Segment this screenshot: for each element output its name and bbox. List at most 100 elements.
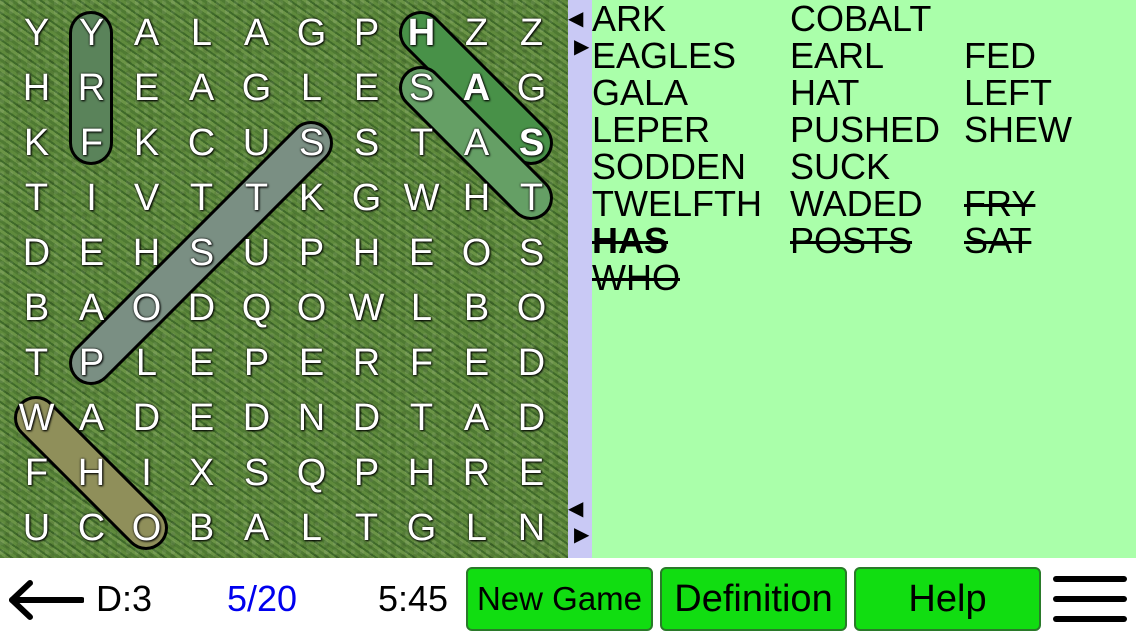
grid-cell[interactable]: S: [339, 116, 394, 171]
grid-cell[interactable]: E: [449, 336, 504, 391]
grid-cell[interactable]: W: [339, 281, 394, 336]
grid-cell[interactable]: G: [284, 6, 339, 61]
grid-cell[interactable]: S: [229, 446, 284, 501]
grid-cell[interactable]: A: [119, 6, 174, 61]
grid-cell[interactable]: P: [229, 336, 284, 391]
grid-cell[interactable]: P: [64, 336, 119, 391]
grid-cell[interactable]: P: [339, 446, 394, 501]
grid-cell[interactable]: D: [119, 391, 174, 446]
scroll-down-left-arrow-icon[interactable]: ◀: [568, 499, 583, 519]
grid-cell[interactable]: C: [174, 116, 229, 171]
grid-cell[interactable]: W: [9, 391, 64, 446]
grid-cell[interactable]: E: [504, 446, 559, 501]
grid-cell[interactable]: O: [119, 281, 174, 336]
grid-cell[interactable]: T: [9, 171, 64, 226]
grid-cell[interactable]: H: [394, 6, 449, 61]
scroll-down-right-arrow-icon[interactable]: ▶: [574, 525, 589, 545]
grid-cell[interactable]: W: [394, 171, 449, 226]
word-list-item[interactable]: SUCK: [790, 148, 890, 185]
grid-cell[interactable]: B: [174, 501, 229, 556]
grid-cell[interactable]: L: [394, 281, 449, 336]
grid-cell[interactable]: A: [229, 501, 284, 556]
word-list-item[interactable]: FRY: [964, 185, 1035, 222]
grid-cell[interactable]: P: [339, 6, 394, 61]
grid-cell[interactable]: T: [174, 171, 229, 226]
grid-cell[interactable]: E: [394, 226, 449, 281]
grid-cell[interactable]: O: [119, 501, 174, 556]
grid-cell[interactable]: A: [449, 391, 504, 446]
grid-cell[interactable]: T: [9, 336, 64, 391]
grid-cell[interactable]: T: [394, 116, 449, 171]
grid-cell[interactable]: T: [394, 391, 449, 446]
grid-cell[interactable]: A: [449, 61, 504, 116]
grid-cell[interactable]: D: [9, 226, 64, 281]
help-button[interactable]: Help: [854, 567, 1041, 631]
grid-cell[interactable]: E: [174, 391, 229, 446]
grid-cell[interactable]: E: [119, 61, 174, 116]
grid-cell[interactable]: I: [119, 446, 174, 501]
grid-cell[interactable]: B: [449, 281, 504, 336]
word-list-scrollbar[interactable]: ◀ ▶ ◀ ▶: [568, 0, 592, 558]
grid-cell[interactable]: O: [284, 281, 339, 336]
word-list-item[interactable]: TWELFTH: [592, 185, 762, 222]
grid-cell[interactable]: L: [449, 501, 504, 556]
grid-cell[interactable]: H: [9, 61, 64, 116]
grid-cell[interactable]: Y: [9, 6, 64, 61]
back-arrow-icon[interactable]: [6, 580, 84, 620]
grid-cell[interactable]: Y: [64, 6, 119, 61]
grid-cell[interactable]: L: [174, 6, 229, 61]
grid-cell[interactable]: Z: [504, 6, 559, 61]
grid-cell[interactable]: G: [339, 171, 394, 226]
grid-cell[interactable]: L: [119, 336, 174, 391]
grid-cell[interactable]: K: [9, 116, 64, 171]
word-list-item[interactable]: LEPER: [592, 111, 710, 148]
grid-cell[interactable]: A: [174, 61, 229, 116]
word-list-item[interactable]: EAGLES: [592, 37, 736, 74]
grid-cell[interactable]: G: [229, 61, 284, 116]
grid-cell[interactable]: D: [229, 391, 284, 446]
grid-cell[interactable]: S: [174, 226, 229, 281]
grid-cell[interactable]: I: [64, 171, 119, 226]
word-list-item[interactable]: LEFT: [964, 74, 1052, 111]
word-list-item[interactable]: WADED: [790, 185, 923, 222]
grid-cell[interactable]: S: [284, 116, 339, 171]
grid-cell[interactable]: E: [339, 61, 394, 116]
grid-cell[interactable]: S: [394, 61, 449, 116]
word-list-item[interactable]: SODDEN: [592, 148, 746, 185]
scroll-up-left-arrow-icon[interactable]: ◀: [568, 9, 583, 29]
grid-cell[interactable]: Q: [229, 281, 284, 336]
grid-cell[interactable]: Z: [449, 6, 504, 61]
scroll-up-right-arrow-icon[interactable]: ▶: [574, 37, 589, 57]
grid-cell[interactable]: T: [504, 171, 559, 226]
grid-cell[interactable]: R: [339, 336, 394, 391]
grid-cell[interactable]: U: [229, 116, 284, 171]
grid-cell[interactable]: H: [339, 226, 394, 281]
grid-cell[interactable]: H: [119, 226, 174, 281]
grid-cell[interactable]: R: [64, 61, 119, 116]
new-game-button[interactable]: New Game: [466, 567, 653, 631]
word-list-item[interactable]: SAT: [964, 222, 1031, 259]
grid-cell[interactable]: F: [64, 116, 119, 171]
grid-cell[interactable]: O: [449, 226, 504, 281]
grid-cell[interactable]: B: [9, 281, 64, 336]
grid-cell[interactable]: N: [284, 391, 339, 446]
grid-cell[interactable]: K: [119, 116, 174, 171]
word-list-item[interactable]: EARL: [790, 37, 884, 74]
grid-cell[interactable]: E: [64, 226, 119, 281]
grid-cell[interactable]: T: [229, 171, 284, 226]
word-list-item[interactable]: POSTS: [790, 222, 912, 259]
word-search-grid[interactable]: YYALAGPHZZHREAGLESAGKFKCUSSTASTIVTTKGWHT…: [0, 0, 568, 558]
grid-cell[interactable]: A: [64, 391, 119, 446]
grid-cell[interactable]: O: [504, 281, 559, 336]
grid-cell[interactable]: H: [394, 446, 449, 501]
grid-cell[interactable]: D: [504, 336, 559, 391]
grid-cell[interactable]: S: [504, 226, 559, 281]
word-list-item[interactable]: COBALT: [790, 0, 931, 37]
word-list-item[interactable]: PUSHED: [790, 111, 940, 148]
word-list-item[interactable]: SHEW: [964, 111, 1072, 148]
grid-cell[interactable]: G: [504, 61, 559, 116]
grid-cell[interactable]: R: [449, 446, 504, 501]
grid-cell[interactable]: D: [174, 281, 229, 336]
grid-cell[interactable]: X: [174, 446, 229, 501]
grid-cell[interactable]: L: [284, 61, 339, 116]
